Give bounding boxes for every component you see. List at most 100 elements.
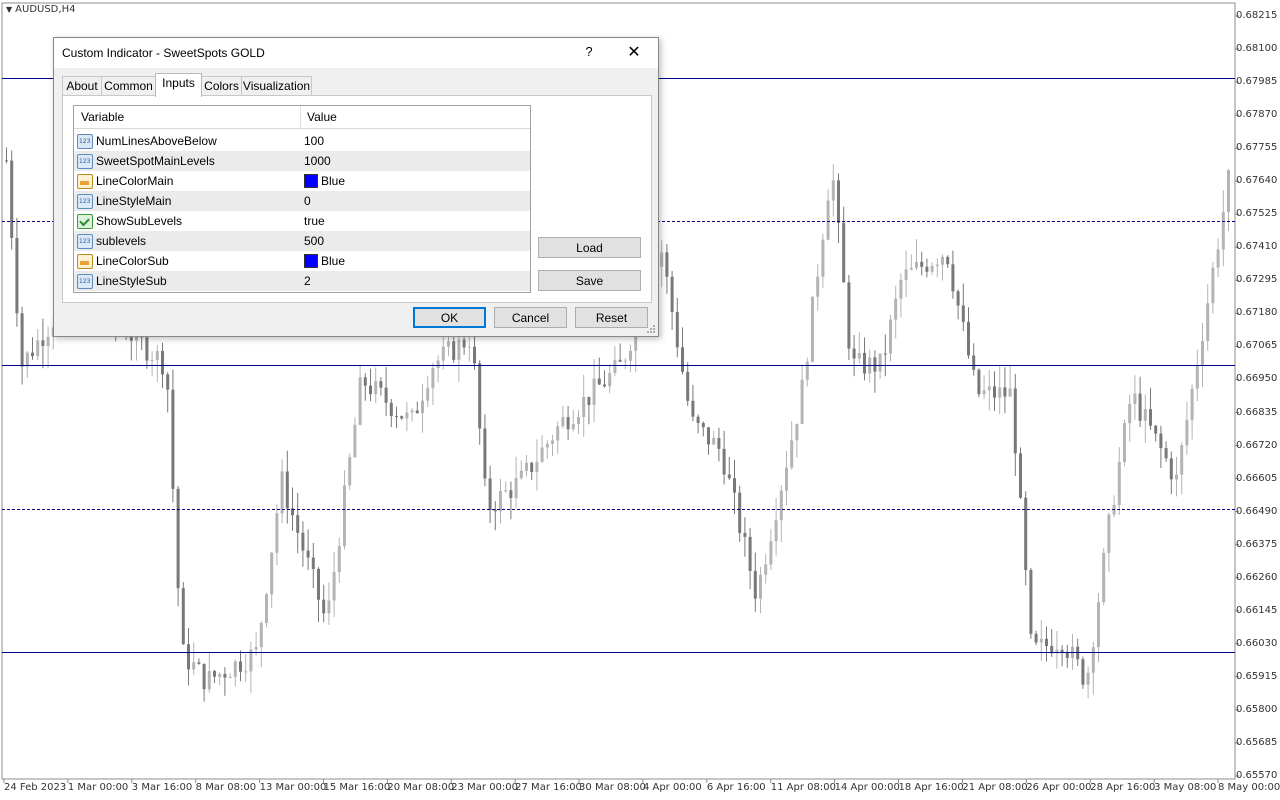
price-axis-label: 0.67985 [1236,76,1278,88]
candle-body [1097,602,1100,648]
candle-body [982,390,986,395]
table-row[interactable]: LineStyleMain 0 [74,191,530,211]
candle-body [478,363,482,429]
candle-body [327,600,331,614]
variable-value[interactable]: 1000 [304,154,331,168]
candle-body [280,471,284,514]
candle-body [1143,409,1147,421]
column-header-variable[interactable]: Variable [81,110,124,124]
candle-body [1008,388,1012,397]
tab-visualization[interactable]: Visualization [241,76,312,96]
tab-common[interactable]: Common [101,76,156,96]
candle-body [826,200,830,240]
candle-body [421,400,424,414]
candle-body [1175,474,1178,480]
color-swatch[interactable] [304,254,318,268]
help-button[interactable]: ? [582,44,596,59]
variable-value[interactable]: Blue [321,174,345,188]
candle-body [129,337,133,341]
candle-body [306,550,310,558]
candle-body [348,457,352,486]
candle-body [519,470,523,478]
candle-body [270,552,274,595]
time-axis-label: 8 Mar 08:00 [195,782,257,793]
ok-button[interactable]: OK [413,307,486,328]
table-row[interactable]: SweetSpotMainLevels 1000 [74,151,530,171]
save-button[interactable]: Save [538,270,641,291]
candle-body [1211,267,1215,304]
candle-body [46,336,50,347]
candle-body [592,378,596,405]
candle-body [337,545,341,573]
candle-body [1164,448,1168,459]
inputs-panel: Variable Value NumLinesAboveBelow 100 Sw… [62,95,652,303]
number-icon [77,154,93,169]
candle-body [218,673,222,677]
candle-body [171,389,175,489]
variable-name: NumLinesAboveBelow [96,134,217,148]
candle-body [816,276,820,297]
cancel-button[interactable]: Cancel [494,307,567,328]
column-header-value[interactable]: Value [307,110,337,124]
tab-about[interactable]: About [62,76,102,96]
tab-colors[interactable]: Colors [201,76,242,96]
candle-body [426,388,430,401]
number-icon [77,234,93,249]
candle-body [1128,403,1132,424]
candle-body [176,488,180,589]
candle-body [769,541,773,565]
candle-body [1190,388,1194,421]
load-button[interactable]: Load [538,237,641,258]
candle-body [36,340,40,357]
variable-value[interactable]: 500 [304,234,324,248]
dropdown-triangle-icon[interactable]: ▼ [6,5,12,14]
candle-body [623,360,627,362]
price-axis-label: 0.67065 [1236,340,1278,352]
table-row[interactable]: LineColorSub Blue [74,251,530,271]
chart-symbol: ▼ AUDUSD,H4 [6,4,75,15]
candle-body [192,662,196,670]
table-row[interactable]: sublevels 500 [74,231,530,251]
indicator-dialog: Custom Indicator - SweetSpots GOLD ? ✕ A… [53,37,659,337]
candle-body [821,239,825,277]
candle-body [608,373,612,387]
reset-button[interactable]: Reset [575,307,648,328]
candle-body [436,360,440,369]
tab-inputs[interactable]: Inputs [155,73,202,97]
candle-body [467,346,471,348]
color-swatch[interactable] [304,174,318,188]
variable-value[interactable]: 0 [304,194,311,208]
candle-body [967,321,970,356]
column-separator[interactable] [300,106,301,128]
table-row[interactable]: LineStyleSub 2 [74,271,530,291]
candle-body [1019,453,1022,498]
candle-body [930,266,934,272]
price-axis-label: 0.65915 [1236,670,1278,682]
candle-body [1086,672,1090,685]
variable-value[interactable]: Blue [321,254,345,268]
candle-body [10,160,14,238]
candle-body [759,574,762,599]
close-icon[interactable]: ✕ [624,42,644,62]
variable-value[interactable]: 100 [304,134,324,148]
table-row[interactable]: LineColorMain Blue [74,171,530,191]
candle-body [301,532,305,551]
candle-body [395,415,398,417]
variable-value[interactable]: true [304,214,325,228]
price-axis-label: 0.66260 [1236,571,1278,583]
candle-body [987,386,991,391]
candle-body [707,427,710,445]
resize-grip-icon[interactable] [646,324,656,334]
candle-body [493,510,497,512]
dialog-titlebar[interactable]: Custom Indicator - SweetSpots GOLD ? ✕ [54,38,658,68]
candle-body [1024,497,1028,571]
candle-body [296,515,300,533]
table-row[interactable]: NumLinesAboveBelow 100 [74,131,530,151]
variable-name: ShowSubLevels [96,214,183,228]
table-row[interactable]: ShowSubLevels true [74,211,530,231]
candle-body [1133,393,1137,404]
candle-body [343,485,346,546]
variable-value[interactable]: 2 [304,274,311,288]
candle-body [155,351,159,361]
candle-body [1034,633,1038,643]
